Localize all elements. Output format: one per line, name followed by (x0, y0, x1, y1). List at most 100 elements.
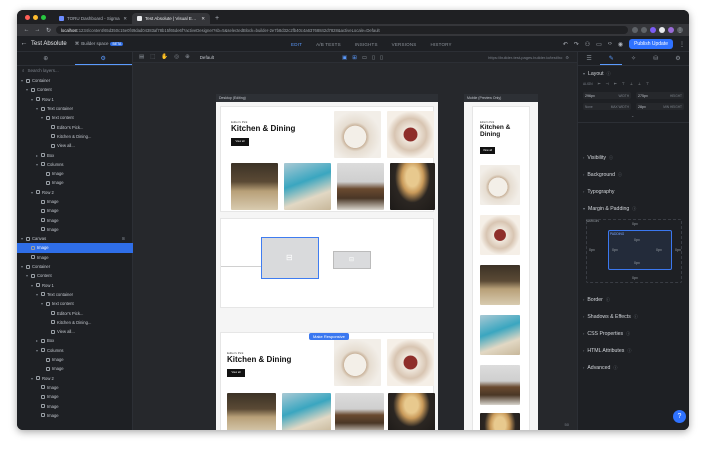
chevron-right-icon[interactable]: ▸ (35, 153, 39, 158)
margin-right-value[interactable]: 0px (675, 248, 681, 252)
back-arrow-icon[interactable]: ← (23, 27, 30, 33)
visibility-section-header[interactable]: › Visibility ⓘ (578, 153, 689, 162)
layer-row[interactable]: Editor's Pick... (17, 122, 133, 131)
margin-padding-section-header[interactable]: ▾ Margin & Padding ⓘ (578, 204, 689, 213)
layer-row[interactable]: Image (17, 355, 133, 364)
layer-row[interactable]: Editor's Pick... (17, 308, 133, 317)
layer-row[interactable]: ▾ Content (17, 271, 133, 280)
layer-row[interactable]: ▾ Canvas ⊞ (17, 234, 133, 243)
zoom-level[interactable]: 50 (565, 422, 569, 427)
layer-row[interactable]: View all... (17, 327, 133, 336)
brush-icon[interactable]: ✎ (600, 52, 623, 65)
canvas-mode-icon[interactable]: ⊞ (122, 236, 125, 241)
layer-row[interactable]: Image (17, 197, 133, 206)
chevron-down-icon[interactable]: ▾ (40, 301, 44, 306)
shelf-image[interactable] (337, 163, 384, 210)
publish-update-button[interactable]: Publish Update (629, 39, 673, 49)
close-window-button[interactable] (25, 14, 30, 20)
align-bottom-icon[interactable]: ⊥ (638, 82, 641, 86)
layer-row[interactable]: ▸ Box (17, 336, 133, 345)
preview-url[interactable]: https://builder-test-pages.builder.io/te… (488, 52, 569, 63)
layout-icon[interactable]: ▤ (139, 54, 144, 60)
layer-row[interactable]: ▸ Box (17, 150, 133, 159)
chevron-down-icon[interactable]: ▾ (20, 236, 24, 241)
glassware-image[interactable] (284, 163, 331, 210)
browser-tab-active[interactable]: Test Absolute | Visual Editor | ... ✕ (132, 13, 210, 24)
layer-row[interactable]: Image (17, 253, 133, 262)
chevron-down-icon[interactable]: ▾ (30, 190, 34, 195)
typography-section-header[interactable]: › Typography (578, 187, 689, 196)
tab-close-icon[interactable]: ✕ (123, 16, 127, 22)
responsive-icon[interactable]: ▣ (342, 55, 347, 61)
layer-row[interactable]: Image (17, 364, 133, 373)
layer-search[interactable]: ⌕ Search layers... (17, 66, 132, 75)
layer-row[interactable]: Image (17, 392, 133, 401)
desktop-icon[interactable]: ▭ (362, 55, 367, 61)
advanced-section-header[interactable]: › Advanced ⓘ (578, 363, 689, 372)
browser-tab[interactable]: TORU Dashboard - Sigma ✕ (54, 13, 132, 24)
chevron-down-icon[interactable]: ▾ (40, 115, 44, 120)
padding-top-value[interactable]: 0px (634, 238, 640, 242)
mobile-icon[interactable]: ▯ (380, 55, 383, 61)
help-icon[interactable]: ? (673, 410, 686, 423)
chevron-down-icon[interactable]: ▾ (25, 87, 29, 92)
tab-versions[interactable]: VERSIONS (392, 42, 417, 47)
interaction-icon[interactable]: ✧ (622, 52, 644, 65)
tab-ab-tests[interactable]: A/B TESTS (316, 42, 341, 47)
plate-image[interactable] (334, 339, 381, 386)
layer-row[interactable]: ▾ Content (17, 85, 133, 94)
padding-bottom-value[interactable]: 0px (634, 261, 640, 265)
chevron-down-icon[interactable]: ▾ (30, 283, 34, 288)
chevron-down-icon[interactable]: ▾ (35, 348, 39, 353)
align-top-icon[interactable]: ⊤ (622, 82, 625, 86)
padding-left-value[interactable]: 0px (612, 248, 618, 252)
breakpoint-icon[interactable]: ⊕ (185, 54, 190, 60)
css-section-header[interactable]: › CSS Properties ⓘ (578, 329, 689, 338)
padding-right-value[interactable]: 0px (656, 248, 662, 252)
margin-left-value[interactable]: 0px (589, 248, 595, 252)
select-icon[interactable]: ⬚ (150, 54, 155, 60)
lamp-image[interactable] (388, 393, 435, 430)
selected-image-placeholder[interactable]: ⊟ (261, 237, 319, 279)
space-selector[interactable]: ⌘ Builder space BETA (75, 41, 124, 47)
code-icon[interactable]: ‹› (608, 41, 612, 47)
layer-row[interactable]: ▾ Row 1 (17, 281, 133, 290)
layer-row[interactable]: Image (17, 411, 133, 420)
data-icon[interactable]: ⛁ (645, 52, 667, 65)
bowl-image[interactable] (387, 111, 434, 158)
layer-row[interactable]: ▾ Container (17, 76, 133, 85)
more-menu-icon[interactable]: ⋮ (679, 41, 685, 48)
back-arrow-icon[interactable]: ← (17, 40, 31, 47)
kitchen-card-2[interactable]: Editor's Pick Kitchen & Dining View all (220, 332, 435, 430)
image-placeholder[interactable]: ⊟ (333, 251, 371, 269)
layer-row[interactable]: ▾ Text container (17, 290, 133, 299)
layer-row[interactable]: ▾ Container (17, 262, 133, 271)
layout-section-header[interactable]: ▾ Layout ⓘ (578, 69, 689, 78)
new-tab-button[interactable]: + (210, 13, 224, 24)
tab-insights[interactable]: INSIGHTS (355, 42, 378, 47)
forward-arrow-icon[interactable]: → (34, 27, 41, 33)
flowers-image[interactable] (231, 163, 278, 210)
align-center-icon[interactable]: ⊣ (606, 82, 609, 86)
tab-edit[interactable]: EDIT (291, 42, 302, 47)
html-attributes-section-header[interactable]: › HTML Attributes ⓘ (578, 346, 689, 355)
border-section-header[interactable]: › Border ⓘ (578, 295, 689, 304)
margin-top-value[interactable]: 0px (632, 222, 638, 226)
comment-icon[interactable]: ▭ (596, 41, 602, 48)
layer-row[interactable]: Image (17, 383, 133, 392)
preview-eye-icon[interactable]: ◉ (618, 41, 623, 48)
layer-row[interactable]: Kitchen & Dining... (17, 318, 133, 327)
margin-bottom-value[interactable]: 0px (632, 276, 638, 280)
view-all-button[interactable]: View all (231, 138, 249, 146)
extension-icon[interactable] (650, 27, 656, 33)
layer-row[interactable]: Image (17, 401, 133, 410)
layer-row[interactable]: ▾ Text container (17, 104, 133, 113)
layer-row[interactable]: Image (17, 178, 133, 187)
fit-icon[interactable]: ⊞ (352, 55, 357, 61)
desktop-frame[interactable]: Desktop (Editing) Editor's Pick Kitchen … (216, 94, 438, 430)
minimize-window-button[interactable] (33, 14, 38, 20)
layer-row[interactable]: Image (17, 169, 133, 178)
glassware-image[interactable] (282, 393, 331, 430)
layer-row[interactable]: Image (17, 215, 133, 224)
background-section-header[interactable]: › Background ⓘ (578, 170, 689, 179)
